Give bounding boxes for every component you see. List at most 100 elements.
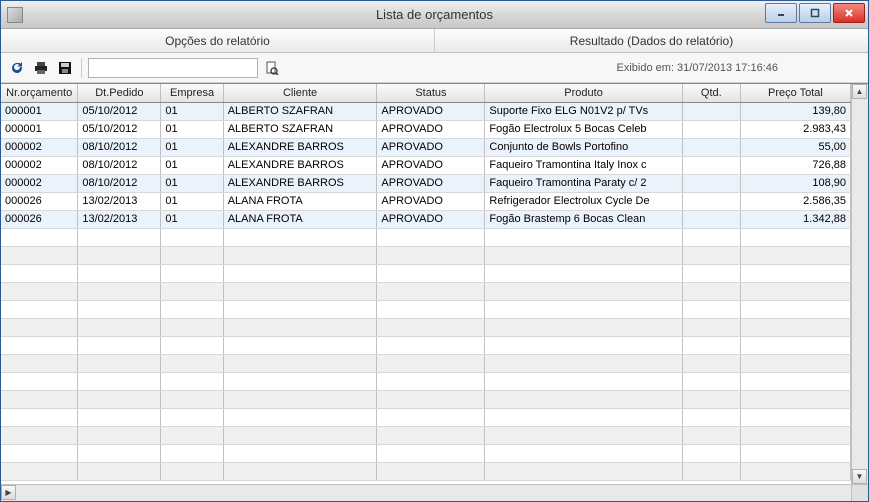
- cell-cliente: ALEXANDRE BARROS: [223, 156, 377, 174]
- table-row[interactable]: 00000208/10/201201ALEXANDRE BARROSAPROVA…: [1, 174, 851, 192]
- close-button[interactable]: [833, 3, 865, 23]
- cell-status: APROVADO: [377, 102, 485, 120]
- column-header-cliente[interactable]: Cliente: [223, 84, 377, 102]
- refresh-icon: [10, 61, 24, 75]
- cell-produto: Suporte Fixo ELG N01V2 p/ TVs: [485, 102, 682, 120]
- cell-preco: 2.983,43: [740, 120, 850, 138]
- cell-dt: 08/10/2012: [78, 138, 161, 156]
- empty-row: [1, 354, 851, 372]
- cell-cliente: ALANA FROTA: [223, 210, 377, 228]
- titlebar: Lista de orçamentos: [1, 1, 868, 29]
- cell-produto: Faqueiro Tramontina Paraty c/ 2: [485, 174, 682, 192]
- cell-status: APROVADO: [377, 120, 485, 138]
- cell-emp: 01: [161, 210, 223, 228]
- print-icon: [34, 61, 48, 75]
- empty-row: [1, 372, 851, 390]
- scroll-right-button[interactable]: ▶: [1, 485, 16, 500]
- empty-row: [1, 336, 851, 354]
- cell-emp: 01: [161, 174, 223, 192]
- table-row[interactable]: 00000208/10/201201ALEXANDRE BARROSAPROVA…: [1, 138, 851, 156]
- cell-produto: Fogão Electrolux 5 Bocas Celeb: [485, 120, 682, 138]
- column-header-status[interactable]: Status: [377, 84, 485, 102]
- scroll-corner: [851, 484, 868, 501]
- cell-nr: 000001: [1, 120, 78, 138]
- cell-nr: 000002: [1, 174, 78, 192]
- preview-icon: [265, 61, 279, 75]
- preview-button[interactable]: [262, 58, 282, 78]
- column-header-qtd[interactable]: Qtd.: [682, 84, 740, 102]
- cell-dt: 05/10/2012: [78, 120, 161, 138]
- cell-preco: 1.342,88: [740, 210, 850, 228]
- data-grid[interactable]: Nr.orçamentoDt.PedidoEmpresaClienteStatu…: [1, 84, 851, 484]
- table-row[interactable]: 00000105/10/201201ALBERTO SZAFRANAPROVAD…: [1, 102, 851, 120]
- table-row[interactable]: 00000105/10/201201ALBERTO SZAFRANAPROVAD…: [1, 120, 851, 138]
- empty-row: [1, 228, 851, 246]
- cell-produto: Conjunto de Bowls Portofino: [485, 138, 682, 156]
- column-header-emp[interactable]: Empresa: [161, 84, 223, 102]
- save-icon: [58, 61, 72, 75]
- empty-row: [1, 246, 851, 264]
- scroll-up-button[interactable]: ▲: [852, 84, 867, 99]
- cell-cliente: ALBERTO SZAFRAN: [223, 120, 377, 138]
- data-table: Nr.orçamentoDt.PedidoEmpresaClienteStatu…: [1, 84, 851, 481]
- empty-row: [1, 300, 851, 318]
- column-header-produto[interactable]: Produto: [485, 84, 682, 102]
- table-row[interactable]: 00002613/02/201301ALANA FROTAAPROVADORef…: [1, 192, 851, 210]
- app-window: Lista de orçamentos Opções do relatório …: [0, 0, 869, 502]
- cell-emp: 01: [161, 156, 223, 174]
- cell-qtd: [682, 156, 740, 174]
- table-row[interactable]: 00000208/10/201201ALEXANDRE BARROSAPROVA…: [1, 156, 851, 174]
- cell-nr: 000026: [1, 210, 78, 228]
- cell-produto: Fogão Brastemp 6 Bocas Clean: [485, 210, 682, 228]
- column-header-dt[interactable]: Dt.Pedido: [78, 84, 161, 102]
- scroll-down-button[interactable]: ▼: [852, 469, 867, 484]
- vertical-scrollbar[interactable]: ▲ ▼: [851, 84, 868, 484]
- cell-dt: 08/10/2012: [78, 174, 161, 192]
- cell-qtd: [682, 138, 740, 156]
- cell-qtd: [682, 174, 740, 192]
- cell-dt: 13/02/2013: [78, 192, 161, 210]
- app-icon: [7, 7, 23, 23]
- toolbar: Exibido em: 31/07/2013 17:16:46: [1, 53, 868, 83]
- search-input[interactable]: [88, 58, 258, 78]
- empty-row: [1, 318, 851, 336]
- cell-emp: 01: [161, 120, 223, 138]
- cell-preco: 139,80: [740, 102, 850, 120]
- timestamp-label: Exibido em: 31/07/2013 17:16:46: [617, 62, 778, 74]
- horizontal-scrollbar[interactable]: ◀ ▶: [1, 484, 851, 501]
- panel-header: Opções do relatório Resultado (Dados do …: [1, 29, 868, 53]
- minimize-button[interactable]: [765, 3, 797, 23]
- cell-preco: 2.586,35: [740, 192, 850, 210]
- table-row[interactable]: 00002613/02/201301ALANA FROTAAPROVADOFog…: [1, 210, 851, 228]
- cell-emp: 01: [161, 192, 223, 210]
- cell-cliente: ALEXANDRE BARROS: [223, 174, 377, 192]
- cell-produto: Faqueiro Tramontina Italy Inox c: [485, 156, 682, 174]
- cell-qtd: [682, 210, 740, 228]
- save-button[interactable]: [55, 58, 75, 78]
- refresh-button[interactable]: [7, 58, 27, 78]
- header-row: Nr.orçamentoDt.PedidoEmpresaClienteStatu…: [1, 84, 851, 102]
- cell-preco: 55,00: [740, 138, 850, 156]
- column-header-preco[interactable]: Preço Total: [740, 84, 850, 102]
- cell-cliente: ALANA FROTA: [223, 192, 377, 210]
- cell-dt: 05/10/2012: [78, 102, 161, 120]
- cell-emp: 01: [161, 138, 223, 156]
- window-controls: [765, 3, 865, 23]
- panel-left-label[interactable]: Opções do relatório: [1, 29, 435, 52]
- empty-row: [1, 444, 851, 462]
- cell-status: APROVADO: [377, 210, 485, 228]
- cell-preco: 108,90: [740, 174, 850, 192]
- column-header-nr[interactable]: Nr.orçamento: [1, 84, 78, 102]
- maximize-button[interactable]: [799, 3, 831, 23]
- toolbar-separator: [81, 58, 82, 78]
- cell-qtd: [682, 102, 740, 120]
- cell-nr: 000002: [1, 156, 78, 174]
- cell-status: APROVADO: [377, 156, 485, 174]
- empty-row: [1, 282, 851, 300]
- cell-cliente: ALEXANDRE BARROS: [223, 138, 377, 156]
- print-button[interactable]: [31, 58, 51, 78]
- panel-right-label[interactable]: Resultado (Dados do relatório): [435, 29, 868, 52]
- cell-dt: 08/10/2012: [78, 156, 161, 174]
- cell-dt: 13/02/2013: [78, 210, 161, 228]
- cell-cliente: ALBERTO SZAFRAN: [223, 102, 377, 120]
